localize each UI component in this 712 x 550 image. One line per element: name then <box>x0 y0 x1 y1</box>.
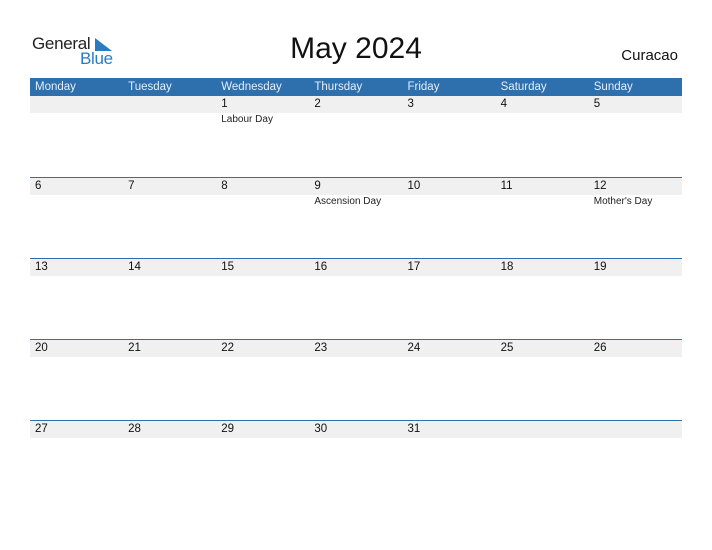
day-number <box>128 96 216 113</box>
day-number <box>501 421 589 438</box>
day-number: 4 <box>500 98 508 110</box>
day-number: 19 <box>593 261 607 273</box>
day-cell: 23 <box>309 340 402 420</box>
day-number: 3 <box>407 98 414 110</box>
day-number: 22 <box>221 342 235 354</box>
day-cell: 1 Labour Day <box>216 96 309 177</box>
day-cell: 16 <box>309 259 402 339</box>
day-number: 28 <box>128 423 141 435</box>
holiday-label: Labour Day <box>221 114 273 125</box>
day-number: 5 <box>593 98 601 110</box>
week-cells: 13 14 15 16 17 18 19 <box>30 259 682 339</box>
weekday-friday: Friday <box>407 81 440 93</box>
day-cell: 19 <box>589 259 682 339</box>
day-cell: 8 <box>216 178 309 258</box>
day-number: 25 <box>500 342 514 354</box>
day-number: 10 <box>407 180 421 192</box>
day-number: 18 <box>500 261 514 273</box>
week-row: 1 Labour Day 2 3 4 5 <box>30 96 682 177</box>
day-cell: 6 <box>30 178 123 258</box>
day-number: 23 <box>314 342 328 354</box>
day-number: 29 <box>221 423 235 435</box>
day-number: 24 <box>407 342 421 354</box>
week-row: 27 28 29 30 31 <box>30 420 682 501</box>
week-row: 13 14 15 16 17 18 19 <box>30 258 682 339</box>
day-cell: 17 <box>403 259 496 339</box>
week-cells: 1 Labour Day 2 3 4 5 <box>30 96 682 177</box>
day-cell: 12 Mother's Day <box>589 178 682 258</box>
holiday-label: Ascension Day <box>314 196 382 207</box>
day-cell <box>123 96 216 177</box>
day-number: 17 <box>407 261 421 273</box>
weeks-container: 1 Labour Day 2 3 4 5 6 7 8 9 Ascension Day 10 11 12 Mo… <box>30 96 682 501</box>
day-number: 27 <box>35 423 48 435</box>
week-row: 6 7 8 9 Ascension Day 10 11 12 Mother's Day <box>30 177 682 258</box>
weekday-thursday: Thursday <box>314 81 363 93</box>
day-number: 20 <box>35 342 48 354</box>
day-cell: 5 <box>589 96 682 177</box>
day-cell: 27 <box>30 421 123 501</box>
holiday-label: Mother's Day <box>593 196 653 207</box>
day-number <box>594 421 682 438</box>
day-cell: 9 Ascension Day <box>309 178 402 258</box>
day-cell: 10 <box>403 178 496 258</box>
calendar-title: May 2024 <box>290 32 422 65</box>
day-cell: 31 <box>403 421 496 501</box>
day-number: 14 <box>128 261 141 273</box>
day-number: 15 <box>221 261 235 273</box>
week-cells: 27 28 29 30 31 <box>30 421 682 501</box>
day-number: 8 <box>221 180 228 192</box>
weekday-tuesday: Tuesday <box>128 81 172 93</box>
day-number: 26 <box>593 342 607 354</box>
day-number: 12 <box>593 180 607 192</box>
calendar-grid: Monday Tuesday Wednesday Thursday Friday… <box>30 78 682 501</box>
day-cell <box>30 96 123 177</box>
week-cells: 6 7 8 9 Ascension Day 10 11 12 Mother's Day <box>30 178 682 258</box>
day-cell <box>496 421 589 501</box>
day-cell: 2 <box>309 96 402 177</box>
day-cell: 3 <box>403 96 496 177</box>
day-number: 31 <box>407 423 421 435</box>
week-row: 20 21 22 23 24 25 26 <box>30 339 682 420</box>
country-label: Curacao <box>621 47 678 64</box>
day-number: 11 <box>500 180 513 192</box>
day-number: 30 <box>314 423 328 435</box>
day-cell: 30 <box>309 421 402 501</box>
weekday-monday: Monday <box>35 81 76 93</box>
day-cell: 26 <box>589 340 682 420</box>
weekday-sunday: Sunday <box>593 81 633 93</box>
day-cell: 15 <box>216 259 309 339</box>
day-number: 6 <box>35 180 42 192</box>
day-cell: 28 <box>123 421 216 501</box>
day-number: 21 <box>128 342 141 354</box>
day-cell: 20 <box>30 340 123 420</box>
day-cell: 21 <box>123 340 216 420</box>
day-number <box>35 96 123 113</box>
day-number: 2 <box>314 98 321 110</box>
day-cell: 11 <box>496 178 589 258</box>
week-cells: 20 21 22 23 24 25 26 <box>30 340 682 420</box>
day-cell: 22 <box>216 340 309 420</box>
day-number: 16 <box>314 261 328 273</box>
day-cell: 13 <box>30 259 123 339</box>
day-cell: 29 <box>216 421 309 501</box>
day-number: 7 <box>128 180 135 192</box>
day-cell <box>589 421 682 501</box>
day-cell: 14 <box>123 259 216 339</box>
day-number: 9 <box>314 180 321 192</box>
weekday-header: Monday Tuesday Wednesday Thursday Friday… <box>30 78 682 96</box>
day-cell: 4 <box>496 96 589 177</box>
day-number: 13 <box>35 261 48 273</box>
day-cell: 7 <box>123 178 216 258</box>
day-number: 1 <box>221 98 228 110</box>
weekday-wednesday: Wednesday <box>221 81 282 93</box>
day-cell: 25 <box>496 340 589 420</box>
day-cell: 18 <box>496 259 589 339</box>
weekday-saturday: Saturday <box>500 81 547 93</box>
day-cell: 24 <box>403 340 496 420</box>
